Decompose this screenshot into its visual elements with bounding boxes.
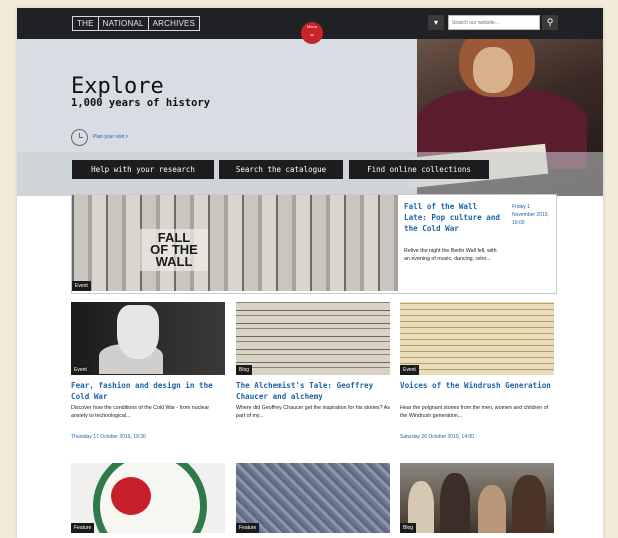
card-title[interactable]: Fear, fashion and design in the Cold War bbox=[71, 380, 225, 402]
card-alchemists-tale[interactable]: Blog The Alchemist's Tale: Geoffrey Chau… bbox=[236, 302, 390, 452]
plan-your-visit-link[interactable]: Plan your visit > bbox=[93, 134, 128, 140]
card-feature-poppy[interactable]: Feature bbox=[71, 463, 225, 533]
card-windrush-voices[interactable]: Event Voices of the Windrush Generation … bbox=[400, 302, 554, 452]
card-image: Blog bbox=[236, 302, 390, 375]
featured-description: Relive the night the Berlin Wall fell, w… bbox=[404, 248, 497, 262]
category-tag: Feature bbox=[71, 523, 95, 533]
logo-word-the: THE bbox=[72, 16, 99, 31]
card-description: Hear the poignant stories from the men, … bbox=[400, 405, 549, 419]
featured-image: FALL OF THE WALL Event bbox=[72, 195, 398, 291]
category-tag: Event bbox=[72, 281, 91, 291]
fall-of-the-wall-artwork: FALL OF THE WALL bbox=[140, 229, 208, 271]
featured-date: Friday 1 November 2019, 19:00 bbox=[512, 204, 549, 226]
card-image: Event bbox=[71, 302, 225, 375]
logo-word-archives: ARCHIVES bbox=[147, 16, 201, 31]
card-title[interactable]: Voices of the Windrush Generation bbox=[400, 380, 554, 391]
site-logo[interactable]: THE NATIONAL ARCHIVES bbox=[72, 16, 201, 31]
card-description: Discover how the conditions of the Cold … bbox=[71, 405, 210, 419]
category-tag: Blog bbox=[236, 365, 253, 375]
category-tag: Event bbox=[71, 365, 90, 375]
card-blog-visitors[interactable]: Blog bbox=[400, 463, 554, 533]
featured-event-card[interactable]: FALL OF THE WALL Event Fall of the Wall … bbox=[71, 194, 557, 294]
card-description: Where did Geoffrey Chaucer get the inspi… bbox=[236, 405, 390, 419]
card-feature-aerial[interactable]: Feature bbox=[236, 463, 390, 533]
help-with-research-button[interactable]: Help with your research bbox=[72, 160, 214, 179]
search-catalogue-button[interactable]: Search the catalogue bbox=[219, 160, 343, 179]
card-title[interactable]: The Alchemist's Tale: Geoffrey Chaucer a… bbox=[236, 380, 390, 402]
category-tag: Event bbox=[400, 365, 419, 375]
card-date: Saturday 26 October 2019, 14:00 bbox=[400, 434, 474, 440]
browser-page: THE NATIONAL ARCHIVES ▾ ⚲ Menu ⌄ Explore… bbox=[17, 8, 603, 538]
search-icon: ⚲ bbox=[546, 17, 554, 27]
search-bar: ▾ ⚲ bbox=[428, 15, 558, 30]
chevron-down-icon: ▾ bbox=[433, 18, 438, 27]
chevron-down-icon: ⌄ bbox=[308, 29, 316, 38]
card-cold-war-fashion[interactable]: Event Fear, fashion and design in the Co… bbox=[71, 302, 225, 452]
search-scope-dropdown[interactable]: ▾ bbox=[428, 15, 444, 30]
search-input[interactable] bbox=[448, 15, 540, 30]
card-image: Blog bbox=[400, 463, 554, 533]
menu-button[interactable]: Menu ⌄ bbox=[301, 22, 323, 44]
find-online-collections-button[interactable]: Find online collections bbox=[349, 160, 489, 179]
card-date: Thursday 17 October 2019, 19:30 bbox=[71, 434, 146, 440]
logo-word-national: NATIONAL bbox=[97, 16, 149, 31]
card-image: Feature bbox=[71, 463, 225, 533]
featured-title[interactable]: Fall of the Wall Late: Pop culture and t… bbox=[404, 201, 504, 234]
search-button[interactable]: ⚲ bbox=[542, 15, 558, 30]
hero-subtitle: 1,000 years of history bbox=[71, 97, 211, 109]
category-tag: Feature bbox=[236, 523, 260, 533]
card-image: Event bbox=[400, 302, 554, 375]
clock-icon bbox=[71, 129, 88, 146]
card-image: Feature bbox=[236, 463, 390, 533]
category-tag: Blog bbox=[400, 523, 417, 533]
hero-title: Explore bbox=[71, 74, 164, 99]
